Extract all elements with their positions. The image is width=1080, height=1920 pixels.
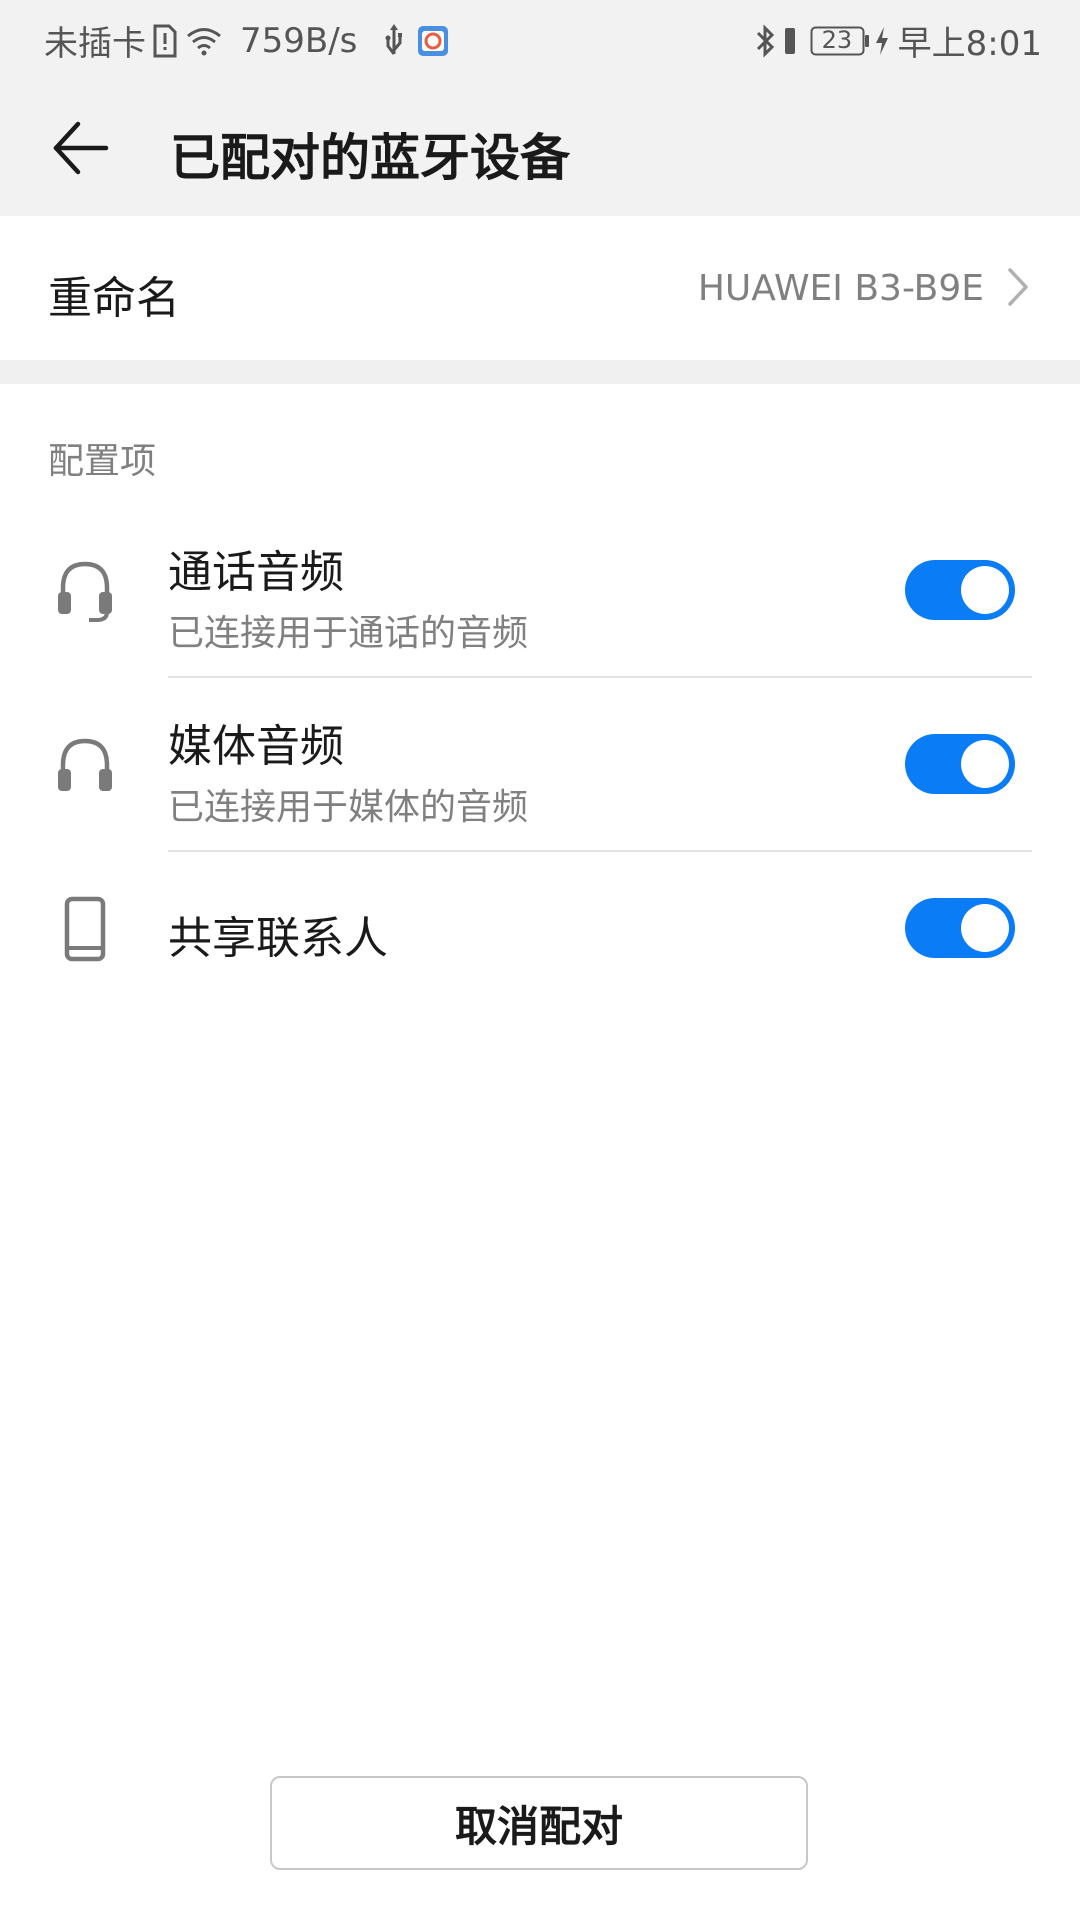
sim-alert-icon <box>152 24 178 58</box>
headphones-icon <box>50 730 120 800</box>
bluetooth-icon <box>754 23 776 58</box>
share-contacts-title: 共享联系人 <box>168 913 388 964</box>
media-audio-title: 媒体音频 <box>168 721 344 772</box>
app-bar: 已配对的蓝牙设备 <box>0 76 1080 216</box>
media-audio-toggle[interactable] <box>905 734 1015 794</box>
toggle-knob <box>961 904 1009 952</box>
toggle-knob <box>961 740 1009 788</box>
toggle-knob <box>961 566 1009 614</box>
headset-icon <box>50 556 120 626</box>
call-audio-title: 通话音频 <box>168 547 344 598</box>
arrow-left-icon <box>53 121 109 175</box>
row-divider <box>168 850 1032 852</box>
app-notification-icon <box>417 25 449 57</box>
share-contacts-toggle[interactable] <box>905 898 1015 958</box>
unpair-button[interactable]: 取消配对 <box>270 1776 808 1870</box>
battery-icon: 23 <box>810 26 870 56</box>
section-divider <box>0 360 1080 384</box>
carrier-text: 未插卡 <box>44 24 146 64</box>
media-audio-subtitle: 已连接用于媒体的音频 <box>168 787 529 828</box>
back-button[interactable] <box>40 108 120 188</box>
call-audio-toggle[interactable] <box>905 560 1015 620</box>
status-bar: 未插卡 759B/s 23 早上8:01 <box>0 0 1080 76</box>
rename-row[interactable]: 重命名 HUAWEI B3-B9E <box>0 216 1080 360</box>
wifi-icon <box>186 26 222 56</box>
network-speed-text: 759B/s <box>240 20 358 61</box>
clock-text: 早上8:01 <box>897 24 1042 64</box>
chevron-right-icon <box>1006 266 1030 312</box>
usb-icon <box>383 23 405 58</box>
row-divider <box>168 676 1032 678</box>
setting-row-call-audio[interactable]: 通话音频 已连接用于通话的音频 <box>0 520 1080 678</box>
section-header: 配置项 <box>48 441 157 482</box>
status-bar-left: 未插卡 759B/s <box>44 16 449 65</box>
status-bar-right: 23 早上8:01 <box>754 16 1042 65</box>
charging-icon <box>874 26 890 56</box>
rename-label: 重命名 <box>48 273 180 324</box>
setting-row-media-audio[interactable]: 媒体音频 已连接用于媒体的音频 <box>0 694 1080 852</box>
setting-row-share-contacts[interactable]: 共享联系人 <box>0 860 1080 1000</box>
phone-icon <box>50 894 120 964</box>
device-name-value: HUAWEI B3-B9E <box>697 268 984 309</box>
vibrate-icon <box>780 24 800 58</box>
battery-level-text: 23 <box>821 25 853 54</box>
page-title: 已配对的蓝牙设备 <box>170 129 570 187</box>
call-audio-subtitle: 已连接用于通话的音频 <box>168 613 529 654</box>
